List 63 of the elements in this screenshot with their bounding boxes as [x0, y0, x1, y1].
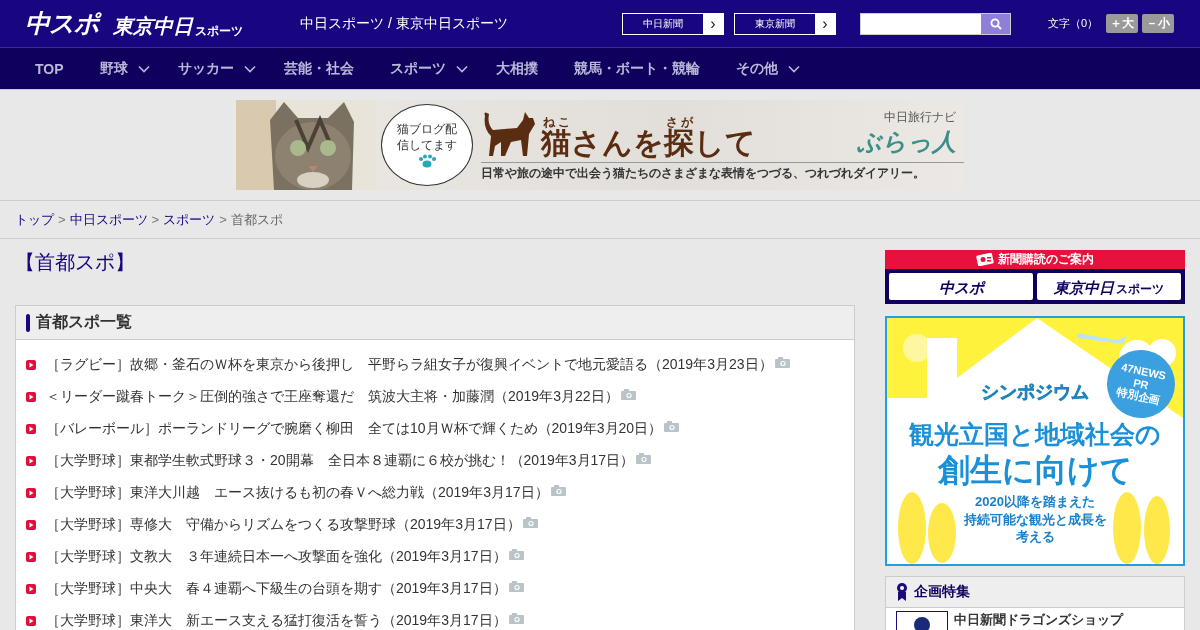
breadcrumb-separator: >: [219, 212, 227, 227]
article-link[interactable]: ［バレーボール］ポーランドリーグで腕磨く柳田 全ては10月Ｗ杯で輝くため（2019年3月20日）: [46, 420, 663, 438]
newspaper-link[interactable]: 東京新聞 ›: [734, 12, 836, 35]
play-bullet-icon: [26, 584, 36, 594]
nav-item[interactable]: サッカー: [177, 59, 234, 78]
ad-headline: 創生に向けて: [937, 451, 1133, 490]
play-bullet-icon: [26, 488, 36, 498]
ad-text: 2020以降を踏まえた: [975, 493, 1095, 511]
ad-banner[interactable]: 猫ブログ配信してます 猫 ねこ さんを探 さが して 中日旅行ナビ ぶらっ人 日常や旅の途中で出会う猫たちのさまざまな表情をつづる、つれづれダイアリー。: [236, 100, 964, 190]
play-bullet-icon: [26, 360, 36, 370]
ad-text: 持続可能な観光と成長を: [963, 510, 1107, 529]
ribbon-icon: [896, 582, 908, 602]
play-bullet-icon: [26, 392, 36, 402]
newspaper-link[interactable]: 中日新聞 ›: [622, 12, 724, 35]
nav-item[interactable]: TOP: [35, 60, 64, 77]
nav-item[interactable]: その他: [735, 59, 778, 78]
breadcrumb-current: 首都スポ: [230, 210, 283, 229]
accent-bar: [26, 313, 30, 332]
article-link[interactable]: ［大学野球］文教大 ３年連続日本一へ攻撃面を強化（2019年3月17日）: [46, 548, 507, 566]
paw-icon: [418, 153, 436, 168]
subscribe-button[interactable]: 東京中日スポーツ: [1037, 273, 1181, 300]
search-button[interactable]: [981, 13, 1010, 34]
banner-title: 猫 ねこ さんを探 さが して: [541, 115, 756, 158]
breadcrumb-link[interactable]: スポーツ: [163, 210, 216, 229]
article-link[interactable]: ［大学野球］東洋大 新エース支える猛打復活を誓う（2019年3月17日）: [46, 612, 507, 630]
page-title: 【首都スポ】: [15, 250, 136, 275]
ad-kicker: シンポジウム: [981, 381, 1089, 404]
breadcrumb-separator: >: [58, 212, 66, 227]
nav-item[interactable]: 芸能・社会: [283, 59, 354, 78]
article-link[interactable]: ＜リーダー蹴春トーク＞圧倒的強さで王座奪還だ 筑波大主将・加藤潤（2019年3月22日）: [46, 388, 619, 406]
features-title: 企画特集: [914, 583, 970, 601]
search-field[interactable]: [860, 12, 1011, 35]
breadcrumb-link[interactable]: トップ: [15, 210, 54, 229]
article-link[interactable]: ［大学野球］東洋大川越 エース抜けるも初の春Ｖへ総力戦（2019年3月17日）: [46, 484, 549, 502]
subscription-title: 新聞購読のご案内: [998, 251, 1094, 268]
brand-logo: ぶらっ人: [857, 126, 956, 157]
nav-item[interactable]: 大相撲: [495, 59, 538, 78]
font-size-label: 文字（0）: [1048, 16, 1099, 31]
article-link[interactable]: ［大学野球］専修大 守備からリズムをつくる攻撃野球（2019年3月17日）: [46, 516, 521, 534]
nav-item[interactable]: 野球: [99, 59, 128, 78]
brand-caption: 中日旅行ナビ: [884, 108, 956, 126]
play-bullet-icon: [26, 552, 36, 562]
breadcrumb-separator: >: [151, 212, 160, 227]
article-link[interactable]: ［大学野球］中央大 春４連覇へ下級生の台頭を期す（2019年3月17日）: [46, 580, 507, 598]
panel-title: 首都スポ一覧: [36, 312, 132, 332]
nav-item[interactable]: 競馬・ボート・競輪: [573, 59, 700, 78]
play-bullet-icon: [26, 616, 36, 626]
breadcrumb-link[interactable]: 中日スポーツ: [69, 210, 148, 229]
subscribe-button[interactable]: 中スポ: [889, 273, 1033, 300]
article-link[interactable]: ［ラグビー］故郷・釜石のＷ杯を東京から後押し 平野らラ組女子が復興イベントで地元愛語る（2019年3月23日）: [46, 356, 773, 374]
play-bullet-icon: [26, 456, 36, 466]
bubble-text: 猫ブログ配信してます: [396, 122, 458, 154]
search-icon: [989, 17, 1002, 30]
tagline-text: 中日スポーツ / 東京中日スポーツ: [300, 14, 509, 33]
ad-text: 考える: [1015, 528, 1055, 547]
article-link[interactable]: ［大学野球］東都学生軟式野球３・20開幕 全日本８連覇に６校が挑む！（2019年3月17日）: [46, 452, 635, 470]
nav-item[interactable]: スポーツ: [389, 59, 446, 78]
ticket-icon: [976, 253, 994, 266]
play-bullet-icon: [26, 520, 36, 530]
symposium-ad[interactable]: 47NEWS PR 特別企画 シンポジウム 観光立国と地域社会の 創生に向けて 2020以降を踏まえた 持続可能な観光と成長を 考える: [885, 316, 1185, 566]
banner-subtitle: 日常や旅の途中で出会う猫たちのさまざまな表情をつづる、つれづれダイアリー。: [481, 161, 964, 182]
ad-headline: 観光立国と地域社会の: [909, 419, 1161, 450]
play-bullet-icon: [26, 424, 36, 434]
